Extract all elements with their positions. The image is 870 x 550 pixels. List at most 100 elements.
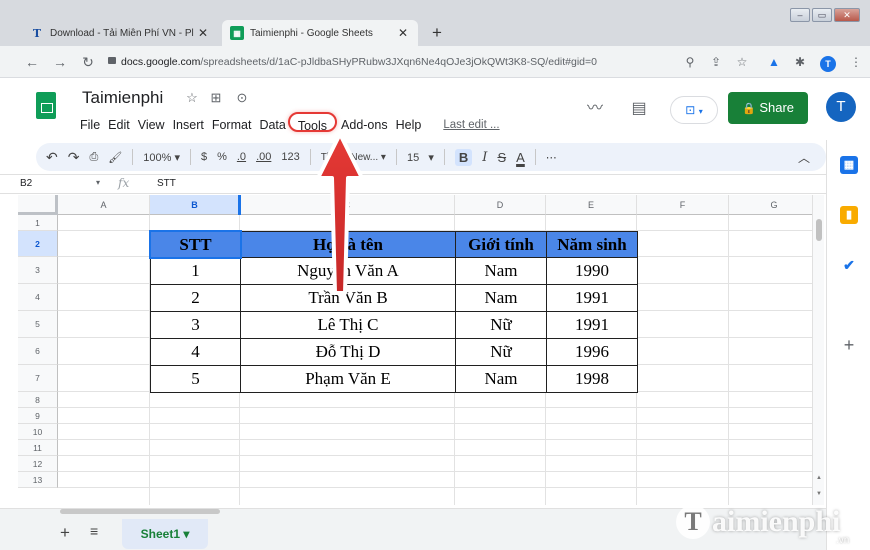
column-header-e[interactable]: E — [546, 195, 637, 215]
table-header-cell[interactable]: Năm sinh — [546, 231, 638, 258]
menu-help[interactable]: Help — [396, 115, 422, 135]
table-cell[interactable]: Đỗ Thị D — [240, 338, 456, 366]
table-cell[interactable]: Nam — [455, 284, 547, 312]
row-header-1[interactable]: 1 — [18, 215, 58, 231]
text-color-button[interactable]: A — [516, 150, 525, 165]
tasks-icon[interactable]: ✔ — [840, 256, 858, 274]
column-header-g[interactable]: G — [729, 195, 820, 215]
table-header-cell[interactable]: Giới tính — [455, 231, 547, 258]
browser-tab-sheets[interactable]: ▦ Taimienphi - Google Sheets ✕ — [222, 20, 418, 46]
add-addon-icon[interactable]: + — [840, 336, 858, 354]
more-toolbar-button[interactable]: ⋯ — [546, 151, 557, 164]
browser-profile-avatar[interactable]: T — [820, 56, 836, 72]
menu-file[interactable]: File — [80, 115, 100, 135]
drive-extension-icon[interactable]: ▲ — [764, 52, 784, 72]
activity-trend-icon[interactable]: 〰 — [582, 96, 608, 122]
maximize-button[interactable]: ▭ — [812, 8, 832, 22]
formula-input[interactable]: STT — [157, 178, 176, 189]
menu-view[interactable]: View — [138, 115, 165, 135]
scroll-up-arrow-icon[interactable]: ▲ — [814, 475, 824, 481]
column-resize-handle[interactable] — [238, 195, 241, 215]
table-cell[interactable]: 4 — [150, 338, 241, 366]
decrease-decimal-button[interactable]: .0 — [237, 151, 246, 163]
table-cell[interactable]: 3 — [150, 311, 241, 339]
menu-data[interactable]: Data — [259, 115, 285, 135]
window-close-button[interactable]: ✕ — [834, 8, 860, 22]
scrollbar-thumb[interactable] — [816, 219, 822, 241]
account-avatar[interactable]: T — [826, 92, 856, 122]
column-header-a[interactable]: A — [58, 195, 150, 215]
share-button[interactable]: 🔒 Share — [728, 92, 808, 124]
menu-insert[interactable]: Insert — [173, 115, 204, 135]
column-header-b[interactable]: B — [150, 195, 240, 215]
row-header-12[interactable]: 12 — [18, 456, 58, 472]
bold-button[interactable]: B — [454, 148, 473, 166]
font-size-select[interactable]: 15 ▾ — [407, 151, 434, 164]
back-arrow-icon[interactable]: ← — [22, 52, 42, 72]
add-sheet-button[interactable]: + — [60, 523, 70, 543]
row-header-11[interactable]: 11 — [18, 440, 58, 456]
row-header-9[interactable]: 9 — [18, 408, 58, 424]
spreadsheet-grid[interactable]: ABCDEFG12345678910111213STTHọ và tênGiới… — [0, 195, 820, 505]
reload-icon[interactable]: ↻ — [78, 52, 98, 72]
browser-menu-icon[interactable]: ⋮ — [846, 52, 866, 72]
table-header-cell[interactable]: STT — [150, 231, 241, 258]
italic-button[interactable]: I — [482, 150, 487, 165]
row-header-8[interactable]: 8 — [18, 392, 58, 408]
sheet-tab-sheet1[interactable]: Sheet1 ▾ — [122, 519, 208, 549]
redo-icon[interactable]: ↷ — [68, 149, 80, 166]
url-field[interactable]: docs.google.com/spreadsheets/d/1aC-pJldb… — [108, 52, 663, 72]
document-title[interactable]: Taimienphi — [82, 88, 163, 108]
chevron-down-icon[interactable]: ▾ — [96, 178, 100, 187]
table-cell[interactable]: Nữ — [455, 338, 547, 366]
forward-arrow-icon[interactable]: → — [50, 52, 70, 72]
more-formats-button[interactable]: 123 — [281, 151, 299, 163]
name-box[interactable]: B2 — [20, 178, 100, 189]
scroll-down-arrow-icon[interactable]: ▼ — [814, 491, 824, 497]
menu-format[interactable]: Format — [212, 115, 252, 135]
table-cell[interactable]: 1991 — [546, 311, 638, 339]
share-page-icon[interactable]: ⇪ — [706, 52, 726, 72]
present-button[interactable]: ⊡ ▾ — [670, 96, 718, 124]
row-header-13[interactable]: 13 — [18, 472, 58, 488]
table-cell[interactable]: Phạm Văn E — [240, 365, 456, 393]
minimize-button[interactable]: – — [790, 8, 810, 22]
browser-tab-download[interactable]: T Download - Tải Miễn Phí VN - Pl ✕ — [22, 20, 218, 46]
table-cell[interactable]: 1991 — [546, 284, 638, 312]
cloud-status-icon[interactable]: ⊙ — [234, 90, 250, 106]
row-header-3[interactable]: 3 — [18, 257, 58, 284]
star-icon[interactable]: ☆ — [184, 90, 200, 106]
menu-edit[interactable]: Edit — [108, 115, 130, 135]
bookmark-star-icon[interactable]: ☆ — [732, 52, 752, 72]
new-tab-button[interactable]: + — [426, 22, 448, 44]
last-edit-link[interactable]: Last edit ... — [443, 115, 499, 135]
row-header-7[interactable]: 7 — [18, 365, 58, 392]
table-cell[interactable]: 1996 — [546, 338, 638, 366]
table-cell[interactable]: 1 — [150, 257, 241, 285]
row-header-4[interactable]: 4 — [18, 284, 58, 311]
paint-format-icon[interactable]: 🖌 — [108, 151, 122, 164]
row-header-10[interactable]: 10 — [18, 424, 58, 440]
increase-decimal-button[interactable]: .00 — [256, 151, 271, 163]
move-folder-icon[interactable]: ⊞ — [208, 90, 224, 106]
table-cell[interactable]: 1990 — [546, 257, 638, 285]
table-cell[interactable]: 5 — [150, 365, 241, 393]
sheets-logo-icon[interactable] — [36, 92, 56, 119]
row-header-5[interactable]: 5 — [18, 311, 58, 338]
column-header-d[interactable]: D — [455, 195, 546, 215]
collapse-toolbar-icon[interactable]: ︿ — [798, 149, 810, 166]
print-icon[interactable]: ⎙ — [89, 151, 98, 164]
currency-format-button[interactable]: $ — [201, 151, 207, 163]
percent-format-button[interactable]: % — [217, 151, 227, 163]
column-header-f[interactable]: F — [637, 195, 729, 215]
all-sheets-menu-icon[interactable]: ≡ — [90, 523, 98, 539]
zoom-icon[interactable]: ⚲ — [680, 52, 700, 72]
table-cell[interactable]: Lê Thị C — [240, 311, 456, 339]
table-cell[interactable]: 2 — [150, 284, 241, 312]
table-cell[interactable]: Nam — [455, 365, 547, 393]
zoom-select[interactable]: 100% ▾ — [143, 151, 180, 164]
calendar-icon[interactable]: ▦ — [840, 156, 858, 174]
row-header-6[interactable]: 6 — [18, 338, 58, 365]
table-cell[interactable]: Nữ — [455, 311, 547, 339]
undo-icon[interactable]: ↶ — [46, 149, 58, 166]
